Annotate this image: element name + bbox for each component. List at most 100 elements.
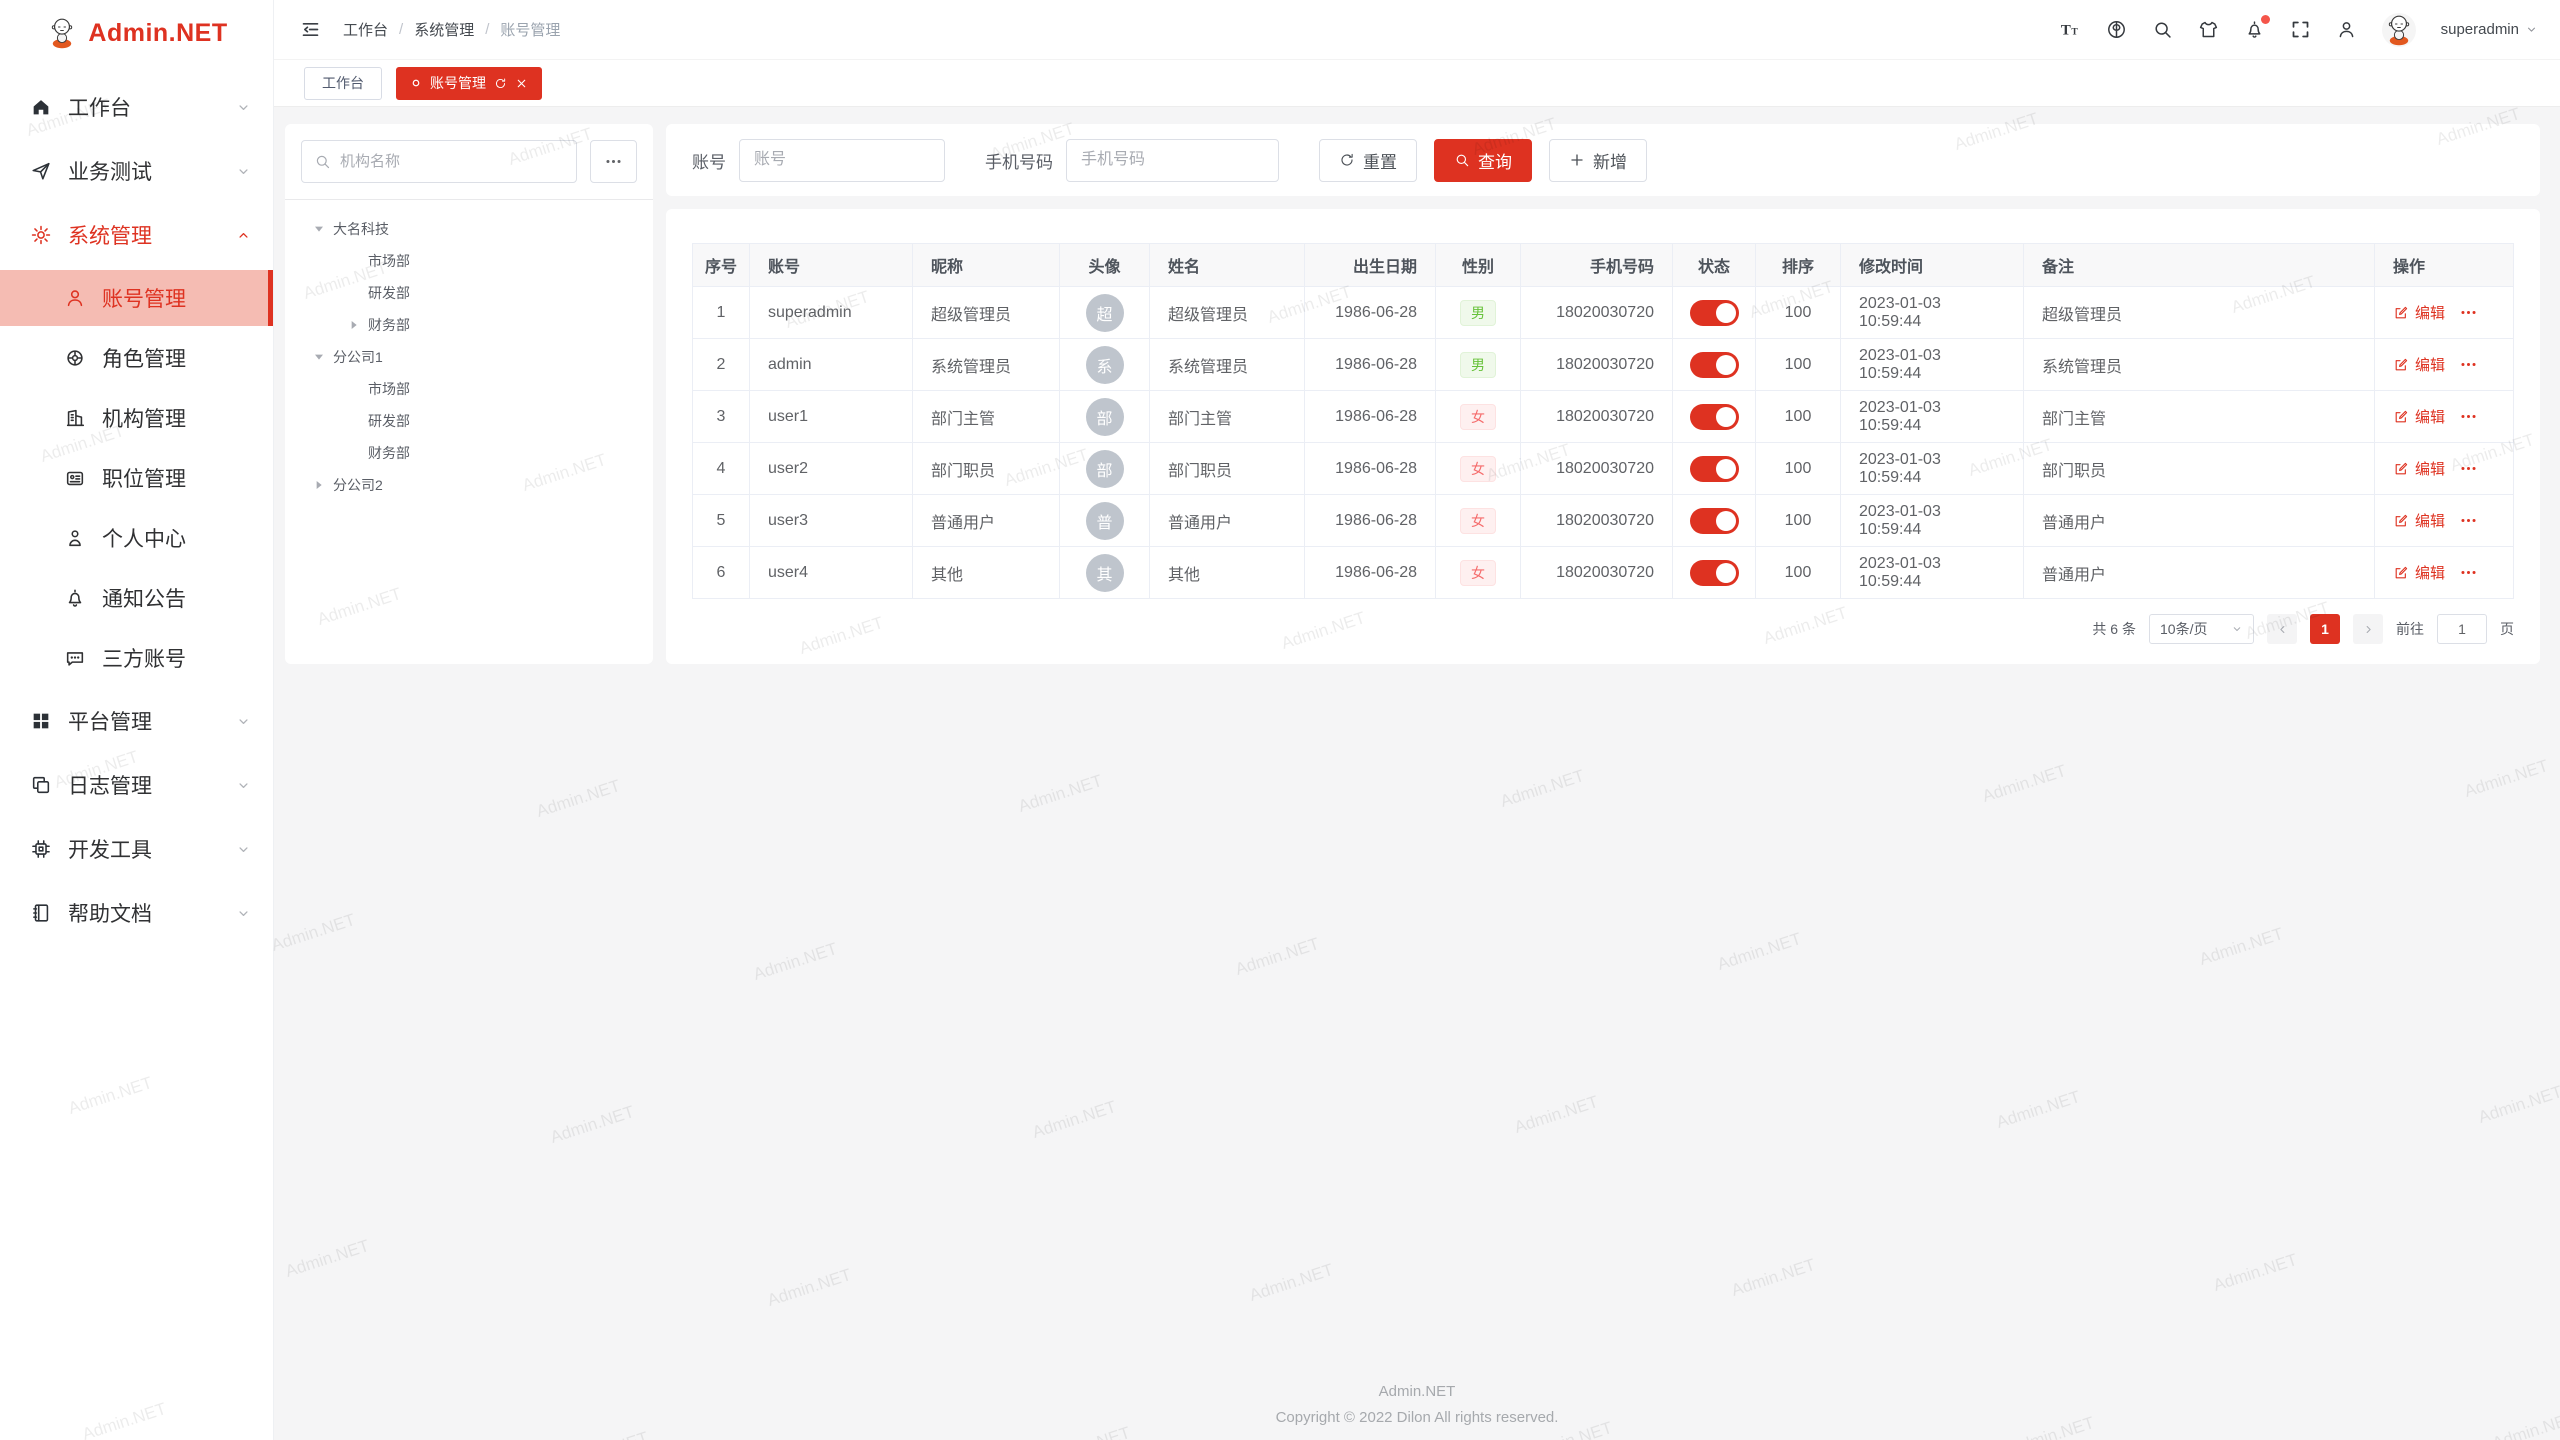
table-body: 1 superadmin 超级管理员 超 超级管理员 1986-06-28 男 … (693, 287, 2514, 599)
cell-modified-time: 2023-01-03 10:59:44 (1841, 287, 2024, 339)
column-header-状态: 状态 (1673, 244, 1756, 287)
pagination-total: 共 6 条 (2092, 619, 2136, 639)
edit-icon (2393, 305, 2409, 321)
goto-page-input[interactable] (2437, 614, 2487, 644)
edit-button[interactable]: 编辑 (2393, 510, 2445, 531)
tag-tabs-bar: 工作台 账号管理 (274, 60, 2560, 107)
current-page-button[interactable]: 1 (2310, 614, 2340, 644)
tree-node-分公司2[interactable]: 分公司2 (301, 469, 637, 501)
breadcrumb-item-current: 账号管理 (500, 19, 560, 40)
cell-modified-time: 2023-01-03 10:59:44 (1841, 391, 2024, 443)
row-more-icon[interactable] (2459, 459, 2478, 478)
breadcrumb-item[interactable]: 系统管理 (414, 19, 474, 40)
edit-button[interactable]: 编辑 (2393, 458, 2445, 479)
sidebar-subitem-通知公告[interactable]: 通知公告 (0, 570, 273, 626)
brand-logo[interactable]: Admin.NET (0, 0, 273, 66)
sidebar-item-工作台[interactable]: 工作台 (0, 78, 273, 136)
reset-button[interactable]: 重置 (1319, 139, 1417, 182)
tree-node-label: 研发部 (368, 411, 410, 431)
sidebar-item-平台管理[interactable]: 平台管理 (0, 692, 273, 750)
table-row: 1 superadmin 超级管理员 超 超级管理员 1986-06-28 男 … (693, 287, 2514, 339)
tree-node-财务部[interactable]: 财务部 (301, 309, 637, 341)
org-more-button[interactable] (590, 140, 637, 183)
cell-remark: 超级管理员 (2024, 287, 2375, 339)
sidebar-item-label: 平台管理 (68, 706, 220, 736)
notification-bell-icon[interactable] (2244, 19, 2265, 40)
org-search-input[interactable] (340, 153, 564, 170)
account-input[interactable] (739, 139, 945, 182)
tree-node-财务部[interactable]: 财务部 (301, 437, 637, 469)
sidebar-item-业务测试[interactable]: 业务测试 (0, 142, 273, 200)
tab-account-management[interactable]: 账号管理 (396, 67, 542, 100)
edit-icon (2393, 565, 2409, 581)
row-more-icon[interactable] (2459, 355, 2478, 374)
tab-workbench[interactable]: 工作台 (304, 67, 382, 100)
row-more-icon[interactable] (2459, 407, 2478, 426)
tree-node-大名科技[interactable]: 大名科技 (301, 213, 637, 245)
font-size-icon[interactable]: TT (2060, 19, 2081, 40)
theme-shirt-icon[interactable] (2198, 19, 2219, 40)
profile-icon[interactable] (2336, 19, 2357, 40)
language-icon[interactable] (2106, 19, 2127, 40)
column-header-昵称: 昵称 (913, 244, 1060, 287)
search-label: 查询 (1478, 148, 1512, 173)
sidebar-subitem-职位管理[interactable]: 职位管理 (0, 450, 273, 506)
row-more-icon[interactable] (2459, 511, 2478, 530)
gender-badge: 女 (1460, 560, 1496, 586)
user-menu[interactable]: superadmin (2441, 21, 2538, 38)
cell-name: 系统管理员 (1150, 339, 1305, 391)
sidebar-item-开发工具[interactable]: 开发工具 (0, 820, 273, 878)
sidebar-item-帮助文档[interactable]: 帮助文档 (0, 884, 273, 942)
status-toggle[interactable] (1690, 456, 1739, 482)
add-label: 新增 (1593, 148, 1627, 173)
sidebar-subitem-个人中心[interactable]: 个人中心 (0, 510, 273, 566)
sidebar-subitem-三方账号[interactable]: 三方账号 (0, 630, 273, 686)
sidebar-menu: 工作台业务测试系统管理账号管理角色管理机构管理职位管理个人中心通知公告三方账号平… (0, 66, 273, 942)
refresh-icon[interactable] (494, 77, 507, 90)
row-more-icon[interactable] (2459, 563, 2478, 582)
edit-button[interactable]: 编辑 (2393, 562, 2445, 583)
next-page-button[interactable] (2353, 614, 2383, 644)
edit-button[interactable]: 编辑 (2393, 406, 2445, 427)
status-toggle[interactable] (1690, 560, 1739, 586)
page-size-select[interactable]: 10条/页 (2149, 614, 2254, 644)
row-more-icon[interactable] (2459, 303, 2478, 322)
sidebar-subitem-机构管理[interactable]: 机构管理 (0, 390, 273, 446)
fullscreen-icon[interactable] (2290, 19, 2311, 40)
tree-node-研发部[interactable]: 研发部 (301, 277, 637, 309)
gender-badge: 女 (1460, 508, 1496, 534)
breadcrumb-item[interactable]: 工作台 (343, 19, 388, 40)
sidebar-subitem-角色管理[interactable]: 角色管理 (0, 330, 273, 386)
tree-node-市场部[interactable]: 市场部 (301, 373, 637, 405)
cell-modified-time: 2023-01-03 10:59:44 (1841, 443, 2024, 495)
phone-input[interactable] (1066, 139, 1279, 182)
cell-name: 普通用户 (1150, 495, 1305, 547)
menu-fold-icon[interactable] (300, 19, 321, 40)
sidebar-item-系统管理[interactable]: 系统管理 (0, 206, 273, 264)
person-icon (64, 527, 86, 549)
avatar: 系 (1086, 346, 1124, 384)
edit-button[interactable]: 编辑 (2393, 302, 2445, 323)
add-button[interactable]: 新增 (1549, 139, 1647, 182)
search-button[interactable]: 查询 (1434, 139, 1532, 182)
status-toggle[interactable] (1690, 300, 1739, 326)
search-icon[interactable] (2152, 19, 2173, 40)
status-toggle[interactable] (1690, 352, 1739, 378)
status-toggle[interactable] (1690, 508, 1739, 534)
sidebar-item-label: 开发工具 (68, 834, 220, 864)
cell-remark: 系统管理员 (2024, 339, 2375, 391)
tree-node-研发部[interactable]: 研发部 (301, 405, 637, 437)
edit-button[interactable]: 编辑 (2393, 354, 2445, 375)
cell-account: admin (750, 339, 913, 391)
status-toggle[interactable] (1690, 404, 1739, 430)
chevron-down-icon (2525, 23, 2538, 36)
sidebar-subitem-label: 职位管理 (102, 463, 273, 493)
sidebar-item-日志管理[interactable]: 日志管理 (0, 756, 273, 814)
sidebar-subitem-账号管理[interactable]: 账号管理 (0, 270, 273, 326)
prev-page-button[interactable] (2267, 614, 2297, 644)
close-icon[interactable] (515, 77, 528, 90)
tree-node-市场部[interactable]: 市场部 (301, 245, 637, 277)
sidebar-subitem-label: 账号管理 (102, 283, 268, 313)
user-avatar[interactable] (2382, 13, 2416, 47)
tree-node-分公司1[interactable]: 分公司1 (301, 341, 637, 373)
